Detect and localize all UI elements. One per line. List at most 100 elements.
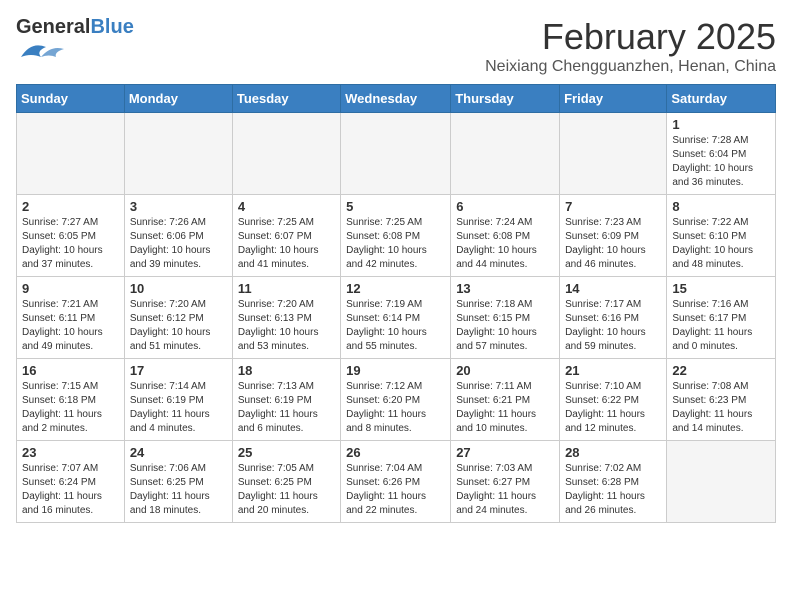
day-number: 16 xyxy=(22,363,119,378)
calendar-day-header: Wednesday xyxy=(341,85,451,113)
calendar-day-cell xyxy=(17,113,125,195)
day-info: Sunrise: 7:17 AM Sunset: 6:16 PM Dayligh… xyxy=(565,298,661,354)
calendar-day-cell: 4 Sunrise: 7:25 AM Sunset: 6:07 PM Daylig… xyxy=(232,195,340,277)
day-info: Sunrise: 7:28 AM Sunset: 6:04 PM Dayligh… xyxy=(672,134,770,190)
day-number: 6 xyxy=(456,199,554,214)
calendar-day-cell: 19Sunrise: 7:12 AM Sunset: 6:20 PM Dayli… xyxy=(341,359,451,441)
day-info: Sunrise: 7:16 AM Sunset: 6:17 PM Dayligh… xyxy=(672,298,770,354)
calendar-day-cell: 2 Sunrise: 7:27 AM Sunset: 6:05 PM Daylig… xyxy=(17,195,125,277)
day-number: 18 xyxy=(238,363,335,378)
day-info: Sunrise: 7:08 AM Sunset: 6:23 PM Dayligh… xyxy=(672,380,770,436)
day-info: Sunrise: 7:25 AM Sunset: 6:08 PM Dayligh… xyxy=(346,216,445,272)
calendar-day-cell: 14 Sunrise: 7:17 AM Sunset: 6:16 PM Dayli… xyxy=(560,277,667,359)
calendar-day-cell: 23 Sunrise: 7:07 AM Sunset: 6:24 PM Dayli… xyxy=(17,441,125,523)
calendar-day-cell xyxy=(124,113,232,195)
day-number: 2 xyxy=(22,199,119,214)
day-info: Sunrise: 7:12 AM Sunset: 6:20 PM Dayligh… xyxy=(346,380,445,436)
day-number: 26 xyxy=(346,445,445,460)
day-number: 24 xyxy=(130,445,227,460)
calendar-day-header: Sunday xyxy=(17,85,125,113)
calendar-day-cell: 10Sunrise: 7:20 AM Sunset: 6:12 PM Dayli… xyxy=(124,277,232,359)
day-number: 3 xyxy=(130,199,227,214)
calendar-day-cell: 27 Sunrise: 7:03 AM Sunset: 6:27 PM Dayli… xyxy=(451,441,560,523)
day-number: 23 xyxy=(22,445,119,460)
calendar-header-row: SundayMondayTuesdayWednesdayThursdayFrid… xyxy=(17,85,776,113)
calendar-day-header: Friday xyxy=(560,85,667,113)
day-info: Sunrise: 7:24 AM Sunset: 6:08 PM Dayligh… xyxy=(456,216,554,272)
page-header: GeneralBlue February 2025 Neixiang Cheng… xyxy=(16,16,776,76)
day-info: Sunrise: 7:18 AM Sunset: 6:15 PM Dayligh… xyxy=(456,298,554,354)
day-info: Sunrise: 7:21 AM Sunset: 6:11 PM Dayligh… xyxy=(22,298,119,354)
day-number: 8 xyxy=(672,199,770,214)
calendar-day-cell: 24 Sunrise: 7:06 AM Sunset: 6:25 PM Dayli… xyxy=(124,441,232,523)
calendar-day-cell: 22 Sunrise: 7:08 AM Sunset: 6:23 PM Dayli… xyxy=(667,359,776,441)
day-info: Sunrise: 7:14 AM Sunset: 6:19 PM Dayligh… xyxy=(130,380,227,436)
calendar-day-cell: 8 Sunrise: 7:22 AM Sunset: 6:10 PM Daylig… xyxy=(667,195,776,277)
day-number: 9 xyxy=(22,281,119,296)
calendar-day-cell: 7 Sunrise: 7:23 AM Sunset: 6:09 PM Daylig… xyxy=(560,195,667,277)
day-number: 28 xyxy=(565,445,661,460)
day-info: Sunrise: 7:23 AM Sunset: 6:09 PM Dayligh… xyxy=(565,216,661,272)
calendar-day-cell xyxy=(232,113,340,195)
day-info: Sunrise: 7:03 AM Sunset: 6:27 PM Dayligh… xyxy=(456,462,554,518)
day-number: 21 xyxy=(565,363,661,378)
calendar-day-cell: 13 Sunrise: 7:18 AM Sunset: 6:15 PM Dayli… xyxy=(451,277,560,359)
day-number: 12 xyxy=(346,281,445,296)
day-number: 27 xyxy=(456,445,554,460)
day-number: 14 xyxy=(565,281,661,296)
day-info: Sunrise: 7:02 AM Sunset: 6:28 PM Dayligh… xyxy=(565,462,661,518)
day-info: Sunrise: 7:07 AM Sunset: 6:24 PM Dayligh… xyxy=(22,462,119,518)
calendar-week-row: 23 Sunrise: 7:07 AM Sunset: 6:24 PM Dayli… xyxy=(17,441,776,523)
calendar-day-cell: 6 Sunrise: 7:24 AM Sunset: 6:08 PM Daylig… xyxy=(451,195,560,277)
calendar-day-cell: 16 Sunrise: 7:15 AM Sunset: 6:18 PM Dayli… xyxy=(17,359,125,441)
calendar-day-cell: 12 Sunrise: 7:19 AM Sunset: 6:14 PM Dayli… xyxy=(341,277,451,359)
day-info: Sunrise: 7:19 AM Sunset: 6:14 PM Dayligh… xyxy=(346,298,445,354)
day-number: 11 xyxy=(238,281,335,296)
calendar-day-cell xyxy=(341,113,451,195)
day-info: Sunrise: 7:22 AM Sunset: 6:10 PM Dayligh… xyxy=(672,216,770,272)
calendar-day-cell: 21Sunrise: 7:10 AM Sunset: 6:22 PM Dayli… xyxy=(560,359,667,441)
logo: GeneralBlue xyxy=(16,16,134,66)
calendar-table: SundayMondayTuesdayWednesdayThursdayFrid… xyxy=(16,84,776,523)
day-number: 4 xyxy=(238,199,335,214)
calendar-week-row: 2 Sunrise: 7:27 AM Sunset: 6:05 PM Daylig… xyxy=(17,195,776,277)
title-area: February 2025 Neixiang Chengguanzhen, He… xyxy=(485,16,776,76)
calendar-day-header: Tuesday xyxy=(232,85,340,113)
day-info: Sunrise: 7:11 AM Sunset: 6:21 PM Dayligh… xyxy=(456,380,554,436)
calendar-day-cell xyxy=(667,441,776,523)
day-info: Sunrise: 7:26 AM Sunset: 6:06 PM Dayligh… xyxy=(130,216,227,272)
day-number: 1 xyxy=(672,117,770,132)
logo-general: General xyxy=(16,16,90,38)
calendar-day-header: Thursday xyxy=(451,85,560,113)
day-number: 7 xyxy=(565,199,661,214)
day-info: Sunrise: 7:06 AM Sunset: 6:25 PM Dayligh… xyxy=(130,462,227,518)
calendar-day-cell: 26 Sunrise: 7:04 AM Sunset: 6:26 PM Dayli… xyxy=(341,441,451,523)
day-info: Sunrise: 7:15 AM Sunset: 6:18 PM Dayligh… xyxy=(22,380,119,436)
location-title: Neixiang Chengguanzhen, Henan, China xyxy=(485,58,776,76)
day-number: 22 xyxy=(672,363,770,378)
day-info: Sunrise: 7:25 AM Sunset: 6:07 PM Dayligh… xyxy=(238,216,335,272)
calendar-day-header: Saturday xyxy=(667,85,776,113)
calendar-day-cell: 3 Sunrise: 7:26 AM Sunset: 6:06 PM Daylig… xyxy=(124,195,232,277)
day-number: 25 xyxy=(238,445,335,460)
calendar-day-cell: 25 Sunrise: 7:05 AM Sunset: 6:25 PM Dayli… xyxy=(232,441,340,523)
day-info: Sunrise: 7:05 AM Sunset: 6:25 PM Dayligh… xyxy=(238,462,335,518)
day-number: 5 xyxy=(346,199,445,214)
calendar-week-row: 9 Sunrise: 7:21 AM Sunset: 6:11 PM Daylig… xyxy=(17,277,776,359)
calendar-day-header: Monday xyxy=(124,85,232,113)
day-number: 15 xyxy=(672,281,770,296)
calendar-day-cell: 11Sunrise: 7:20 AM Sunset: 6:13 PM Dayli… xyxy=(232,277,340,359)
calendar-day-cell: 1 Sunrise: 7:28 AM Sunset: 6:04 PM Daylig… xyxy=(667,113,776,195)
calendar-day-cell: 15 Sunrise: 7:16 AM Sunset: 6:17 PM Dayli… xyxy=(667,277,776,359)
day-number: 20 xyxy=(456,363,554,378)
day-info: Sunrise: 7:20 AM Sunset: 6:12 PM Dayligh… xyxy=(130,298,227,354)
month-title: February 2025 xyxy=(485,16,776,58)
logo-bird-icon xyxy=(16,39,66,61)
day-info: Sunrise: 7:27 AM Sunset: 6:05 PM Dayligh… xyxy=(22,216,119,272)
calendar-week-row: 16 Sunrise: 7:15 AM Sunset: 6:18 PM Dayli… xyxy=(17,359,776,441)
day-info: Sunrise: 7:13 AM Sunset: 6:19 PM Dayligh… xyxy=(238,380,335,436)
calendar-day-cell: 18 Sunrise: 7:13 AM Sunset: 6:19 PM Dayli… xyxy=(232,359,340,441)
day-info: Sunrise: 7:04 AM Sunset: 6:26 PM Dayligh… xyxy=(346,462,445,518)
calendar-day-cell: 17Sunrise: 7:14 AM Sunset: 6:19 PM Dayli… xyxy=(124,359,232,441)
day-number: 13 xyxy=(456,281,554,296)
